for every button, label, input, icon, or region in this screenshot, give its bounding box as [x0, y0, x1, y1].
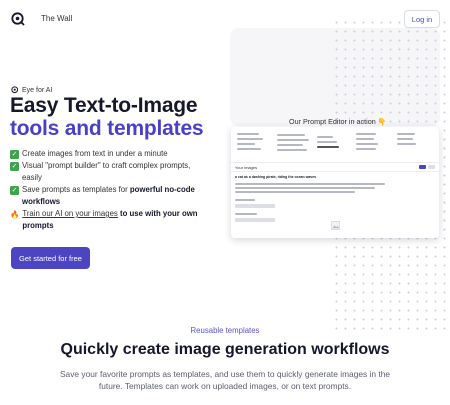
fire-icon: 🔥: [10, 209, 20, 219]
feature-text-part: Save prompts as templates for: [22, 185, 130, 194]
hero-title-line1: Easy Text-to-Image: [10, 94, 198, 117]
feature-text: Train our AI on your images to use with …: [22, 208, 210, 232]
check-icon: ✓: [10, 149, 19, 159]
feature-item: ✓ Save prompts as templates for powerful…: [10, 184, 210, 208]
preview-images-bar: Your images: [231, 163, 439, 172]
preview-label: Our Prompt Editor in action 👇: [289, 117, 387, 126]
section-kicker: Reusable templates: [190, 326, 260, 335]
feature-item: ✓ Visual "prompt builder" to craft compl…: [10, 160, 210, 184]
get-started-button[interactable]: Get started for free: [11, 247, 90, 269]
check-icon: ✓: [10, 185, 19, 195]
preview-toolbar: [231, 127, 439, 163]
feature-text: Visual "prompt builder" to craft complex…: [22, 161, 191, 182]
preview-body: a cat as a dashing pirate, riding the oc…: [231, 172, 439, 230]
train-ai-link[interactable]: Train our AI on your images: [22, 209, 118, 218]
section-description: Save your favorite prompts as templates,…: [59, 369, 391, 391]
feature-item: ✓ Create images from text in under a min…: [10, 148, 210, 160]
eye-logo-icon[interactable]: [11, 12, 25, 26]
prompt-editor-preview: Your images a cat as a dashing pirate, r…: [231, 127, 439, 238]
login-button[interactable]: Log in: [404, 10, 440, 28]
eyebrow: Eye for AI: [11, 86, 52, 94]
eyebrow-label: Eye for AI: [22, 86, 53, 94]
nav-link-the-wall[interactable]: The Wall: [41, 14, 72, 23]
image-thumbnail-icon: [331, 221, 340, 230]
preview-buttons: [419, 165, 435, 169]
feature-item: 🔥 Train our AI on your images to use wit…: [10, 208, 210, 232]
hero-title: Easy Text-to-Image tools and templates: [10, 94, 230, 140]
feature-text: Save prompts as templates for powerful n…: [22, 184, 210, 208]
feature-list: ✓ Create images from text in under a min…: [10, 148, 210, 232]
eye-icon: [11, 86, 19, 94]
hero-title-line2: tools and templates: [10, 117, 204, 140]
preview-prompt: a cat as a dashing pirate, riding the oc…: [235, 175, 317, 179]
section-title: Quickly create image generation workflow…: [60, 341, 390, 358]
feature-text: Create images from text in under a minut…: [22, 149, 168, 158]
preview-panel-title: Your images: [235, 164, 258, 170]
check-icon: ✓: [10, 161, 19, 171]
